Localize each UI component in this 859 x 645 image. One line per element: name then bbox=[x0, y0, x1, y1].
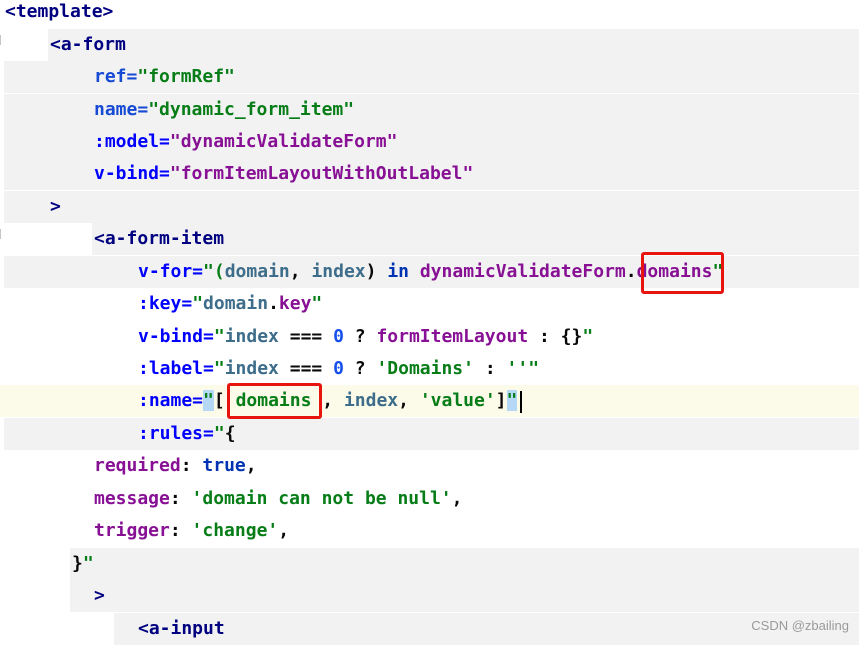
quote-match-open: " bbox=[203, 390, 214, 411]
code-line[interactable]: <a-form bbox=[0, 29, 859, 61]
tag-open-a-input: <a-input bbox=[138, 618, 225, 639]
code-line[interactable]: :model="dynamicValidateForm" bbox=[0, 126, 859, 158]
object-key: trigger bbox=[94, 520, 170, 541]
code-line[interactable]: required: true, bbox=[0, 450, 859, 482]
quote-match-close: " bbox=[506, 390, 518, 411]
tag-close-bracket: > bbox=[94, 585, 105, 606]
code-line[interactable]: :label="index === 0 ? 'Domains' : ''" bbox=[0, 353, 859, 385]
code-line[interactable]: v-bind="index === 0 ? formItemLayout : {… bbox=[0, 321, 859, 353]
tag-open-template: <template> bbox=[5, 1, 114, 22]
code-line[interactable]: ref="formRef" bbox=[0, 61, 859, 93]
attr-name: v-for= bbox=[138, 261, 204, 282]
tag-open-a-form-item: <a-form-item bbox=[94, 228, 225, 249]
attr-value: "formItemLayoutWithOutLabel" bbox=[169, 163, 474, 184]
attr-name: :rules= bbox=[138, 423, 214, 444]
code-line[interactable]: name="dynamic_form_item" bbox=[0, 94, 859, 126]
attr-value: "dynamicValidateForm" bbox=[169, 131, 398, 152]
watermark: CSDN @zbailing bbox=[751, 618, 849, 633]
code-editor[interactable]: <template> <a-form ref="formRef" name="d… bbox=[0, 0, 859, 645]
object-key: message bbox=[94, 488, 170, 509]
attr-name: ref= bbox=[94, 66, 138, 87]
code-line-current[interactable]: :name="[ domains , index, 'value']" bbox=[0, 385, 859, 417]
code-line[interactable]: <a-form-item bbox=[0, 223, 859, 255]
tag-open-a-form: <a-form bbox=[50, 34, 126, 55]
attr-name: :name= bbox=[138, 390, 204, 411]
highlight-box-domains-property bbox=[641, 252, 724, 294]
code-line[interactable]: <template> bbox=[0, 0, 859, 28]
code-line[interactable]: message: 'domain can not be null', bbox=[0, 483, 859, 515]
fold-marker-icon[interactable] bbox=[0, 229, 5, 239]
code-line[interactable]: trigger: 'change', bbox=[0, 515, 859, 547]
object-key: required bbox=[94, 455, 181, 476]
attr-value: "dynamic_form_item" bbox=[148, 99, 355, 120]
code-line[interactable]: }" bbox=[0, 548, 859, 580]
attr-value: "formRef" bbox=[137, 66, 235, 87]
code-line[interactable]: v-for="(domain, index) in dynamicValidat… bbox=[0, 256, 859, 288]
attr-name: :label= bbox=[138, 358, 214, 379]
attr-name: name= bbox=[94, 99, 149, 120]
tag-close-bracket: > bbox=[50, 196, 61, 217]
fold-marker-icon[interactable] bbox=[0, 35, 5, 45]
attr-name: :key= bbox=[138, 293, 193, 314]
code-line[interactable]: > bbox=[0, 580, 859, 612]
code-line[interactable]: > bbox=[0, 191, 859, 223]
code-line[interactable]: :key="domain.key" bbox=[0, 288, 859, 320]
attr-name: :model= bbox=[94, 131, 170, 152]
text-caret bbox=[520, 391, 522, 413]
code-line[interactable]: :rules="{ bbox=[0, 418, 859, 450]
code-line[interactable]: <a-input bbox=[0, 613, 859, 645]
attr-name: v-bind= bbox=[94, 163, 170, 184]
code-line[interactable]: v-bind="formItemLayoutWithOutLabel" bbox=[0, 158, 859, 190]
attr-name: v-bind= bbox=[138, 326, 214, 347]
highlight-box-domains-binding bbox=[227, 383, 322, 419]
